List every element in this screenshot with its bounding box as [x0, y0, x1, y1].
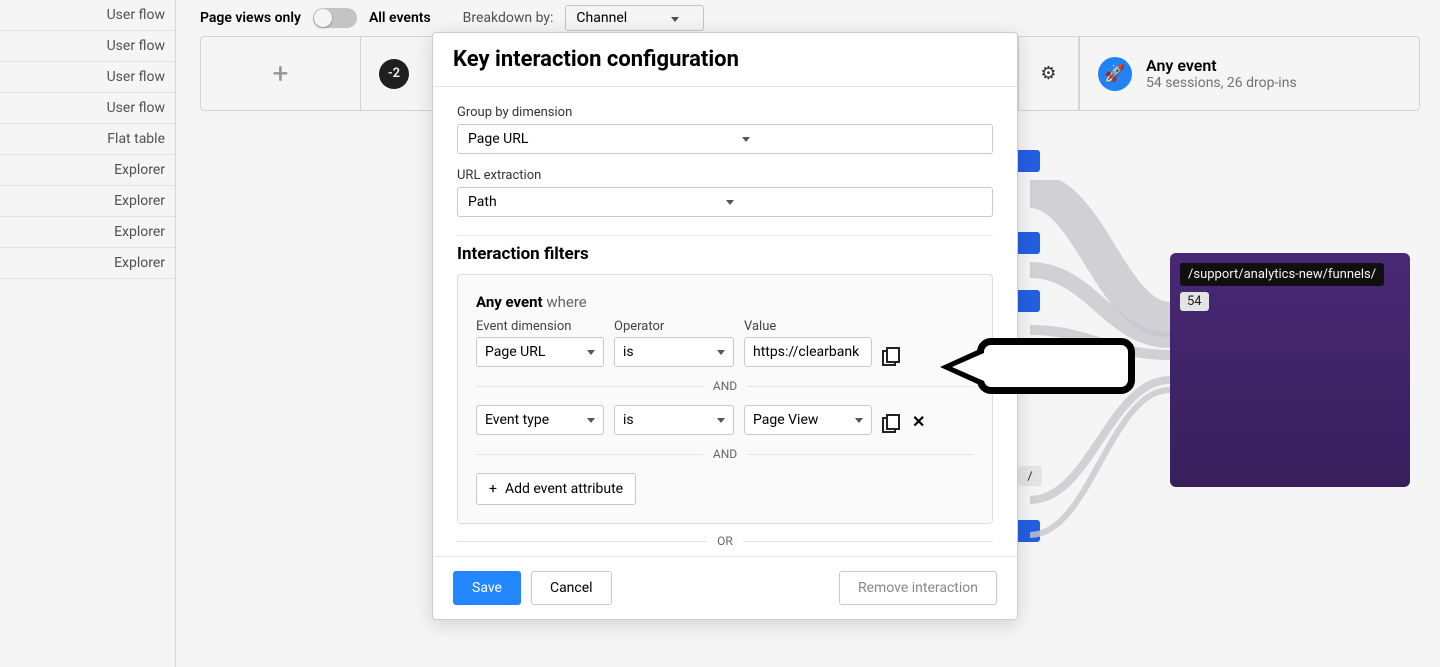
- chevron-down-icon: [717, 418, 725, 423]
- divider: [457, 235, 993, 236]
- cancel-button[interactable]: Cancel: [531, 571, 612, 605]
- filter-group: Any event where Event dimension Page URL…: [457, 274, 993, 524]
- operator-select[interactable]: is: [614, 337, 734, 367]
- url-extraction-select[interactable]: Path: [457, 187, 993, 217]
- chevron-down-icon: [717, 350, 725, 355]
- key-interaction-modal: Key interaction configuration Group by d…: [432, 32, 1018, 620]
- modal-footer: Save Cancel Remove interaction: [433, 556, 1017, 619]
- value-input[interactable]: [744, 337, 872, 367]
- group-by-value: Page URL: [468, 131, 528, 147]
- plus-icon: +: [489, 481, 497, 497]
- dimension-select[interactable]: Event type: [476, 405, 604, 435]
- filter-row: Event dimension Page URL Operator is Val…: [476, 319, 974, 367]
- col-operator-label: Operator: [614, 319, 734, 334]
- dimension-select[interactable]: Page URL: [476, 337, 604, 367]
- chevron-down-icon: [742, 137, 750, 142]
- and-separator: AND: [476, 379, 974, 393]
- remove-row-icon[interactable]: ✕: [912, 412, 925, 431]
- chevron-down-icon: [587, 350, 595, 355]
- url-extraction-value: Path: [468, 194, 497, 210]
- chevron-down-icon: [587, 418, 595, 423]
- add-event-attribute-button[interactable]: + Add event attribute: [476, 473, 636, 505]
- copy-icon[interactable]: [882, 414, 898, 430]
- col-dimension-label: Event dimension: [476, 319, 604, 334]
- and-separator: AND: [476, 447, 974, 461]
- copy-icon[interactable]: [882, 347, 898, 363]
- or-separator: OR: [457, 534, 993, 548]
- operator-select[interactable]: is: [614, 405, 734, 435]
- chevron-down-icon: [855, 418, 863, 423]
- interaction-filters-title: Interaction filters: [457, 244, 993, 264]
- remove-interaction-button[interactable]: Remove interaction: [839, 571, 997, 605]
- modal-header: Key interaction configuration: [433, 33, 1017, 87]
- filter-row: Event type is Page View ✕: [476, 405, 974, 435]
- chevron-down-icon: [726, 200, 734, 205]
- modal-title: Key interaction configuration: [453, 47, 997, 72]
- col-value-label: Value: [744, 319, 872, 334]
- url-extraction-label: URL extraction: [457, 168, 993, 183]
- save-button[interactable]: Save: [453, 571, 521, 605]
- value-select[interactable]: Page View: [744, 405, 872, 435]
- group-by-label: Group by dimension: [457, 105, 993, 120]
- group-by-select[interactable]: Page URL: [457, 124, 993, 154]
- filter-any-event: Any event where: [476, 293, 974, 311]
